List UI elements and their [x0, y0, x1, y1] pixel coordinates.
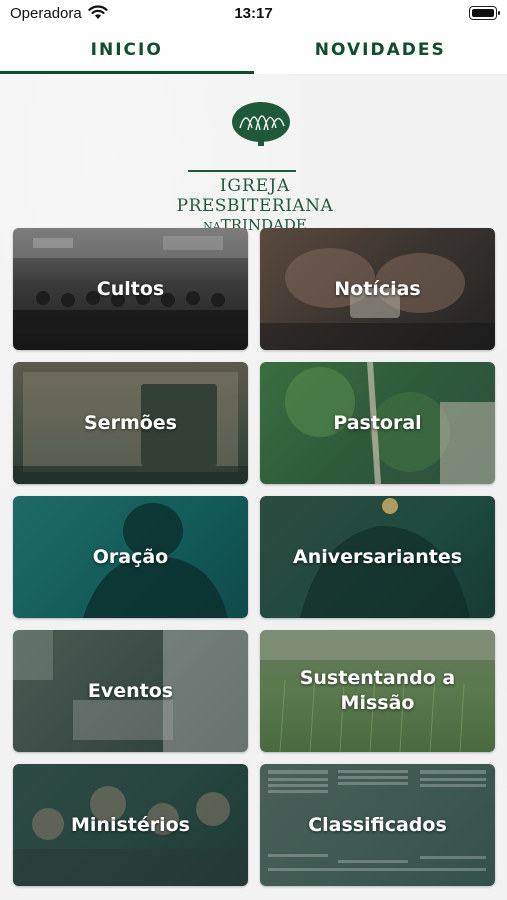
menu-card-label: Ministérios — [71, 813, 190, 836]
menu-card-sermoes[interactable]: Sermões — [13, 362, 248, 484]
menu-card-label: Notícias — [334, 277, 421, 300]
battery-icon — [469, 6, 500, 20]
menu-card-cultos[interactable]: Cultos — [13, 228, 248, 350]
tab-novidades[interactable]: NOVIDADES — [254, 26, 507, 74]
menu-card-label: Sustentando a Missão — [299, 667, 456, 714]
menu-card-oracao[interactable]: Oração — [13, 496, 248, 618]
logo-line-1: IGREJA — [219, 176, 291, 196]
church-logo: IGREJA PRESBITERIANA NATRINDADE — [150, 100, 360, 234]
menu-card-pastoral[interactable]: Pastoral — [260, 362, 495, 484]
menu-card-eventos[interactable]: Eventos — [13, 630, 248, 752]
tree-logo-icon — [232, 102, 290, 146]
home-content: IGREJA PRESBITERIANA NATRINDADE Cultos N… — [0, 74, 507, 900]
menu-card-classificados[interactable]: Classificados — [260, 764, 495, 886]
tab-bar: INICIO NOVIDADES — [0, 26, 507, 74]
menu-card-label: Aniversariantes — [292, 545, 463, 568]
menu-card-aniversariantes[interactable]: Aniversariantes — [260, 496, 495, 618]
menu-card-ministerios[interactable]: Ministérios — [13, 764, 248, 886]
menu-card-noticias[interactable]: Notícias — [260, 228, 495, 350]
menu-card-label: Sermões — [84, 411, 177, 434]
menu-card-label: Cultos — [96, 277, 165, 300]
logo-line-2: PRESBITERIANA — [176, 196, 334, 216]
menu-card-label: Eventos — [87, 679, 174, 702]
menu-card-label: Classificados — [308, 813, 447, 836]
menu-card-label: Oração — [92, 545, 169, 568]
menu-card-sustentando[interactable]: Sustentando a Missão — [260, 630, 495, 752]
tab-inicio[interactable]: INICIO — [0, 26, 254, 74]
logo-divider — [188, 170, 296, 172]
menu-card-label: Pastoral — [333, 411, 422, 434]
clock: 13:17 — [234, 5, 273, 22]
status-bar: Operadora 13:17 — [0, 0, 507, 26]
